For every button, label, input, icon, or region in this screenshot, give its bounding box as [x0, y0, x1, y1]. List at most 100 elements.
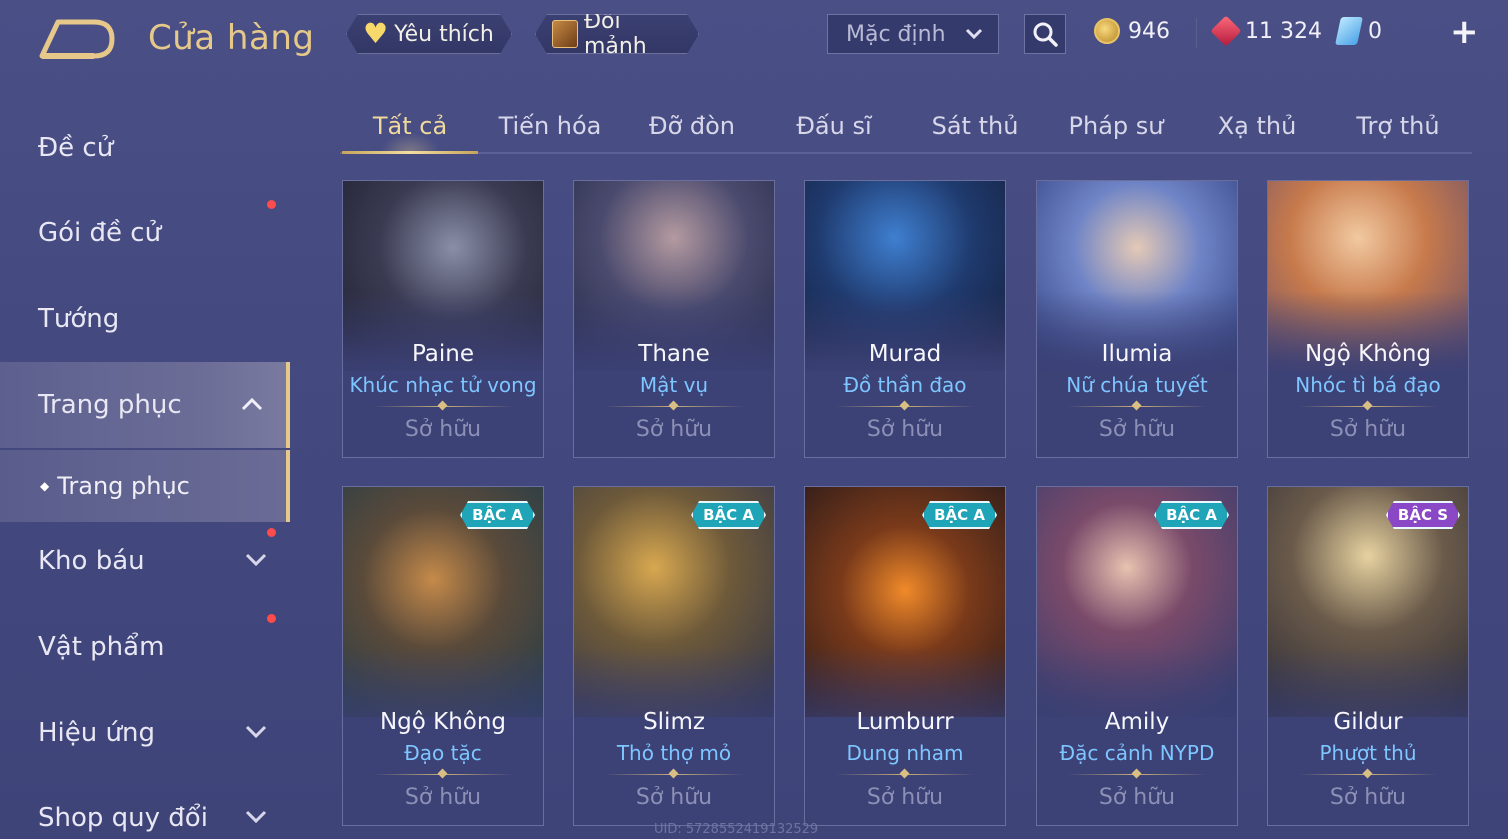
ownership-status: Sở hữu [635, 785, 713, 810]
skin-card[interactable]: Ilumia Nữ chúa tuyết Sở hữu [1036, 180, 1238, 458]
artwork-fade [805, 291, 1005, 381]
card-divider [373, 774, 513, 775]
tab-support[interactable]: Trợ thủ [1330, 100, 1466, 152]
hero-name: Paine [411, 341, 475, 367]
tab-label: Xạ thủ [1217, 112, 1297, 140]
rank-badge: BẬC A [922, 501, 997, 529]
skin-card[interactable]: Thane Mật vụ Sở hữu [573, 180, 775, 458]
favorites-label: Yêu thích [394, 21, 494, 47]
sidebar-item-effects[interactable]: Hiệu ứng [0, 690, 290, 776]
hero-name: Slimz [643, 709, 705, 735]
hero-name: Ngộ Không [379, 709, 507, 735]
skin-name: Phượt thủ [1319, 741, 1417, 765]
chevron-down-icon [244, 806, 268, 830]
skin-name: Nữ chúa tuyết [1066, 373, 1208, 397]
exchange-label: Đổi mảnh [583, 9, 647, 59]
card-divider [1298, 406, 1438, 407]
artwork-fade [574, 291, 774, 381]
tab-label: Trợ thủ [1356, 112, 1440, 140]
sidebar-subitem-skins[interactable]: ◆ Trang phục [0, 450, 290, 522]
artwork-fade [1268, 291, 1468, 381]
tab-label: Pháp sư [1068, 112, 1164, 140]
tab-tank[interactable]: Đỡ đòn [624, 100, 760, 152]
skin-card[interactable]: BẬC A Ngộ Không Đạo tặc Sở hữu [342, 486, 544, 826]
skin-name: Thỏ thợ mỏ [616, 741, 732, 765]
gold-amount: 946 [1128, 18, 1170, 44]
hero-name: Lumburr [856, 709, 954, 735]
rank-badge: BẬC A [1154, 501, 1229, 529]
category-tabs: Tất cả Tiến hóa Đỡ đòn Đấu sĩ Sát thủ Ph… [340, 100, 1472, 154]
sidebar-item-items[interactable]: Vật phẩm [0, 604, 290, 690]
sidebar-item-label: Hiệu ứng [38, 718, 155, 748]
currency-divider [1196, 18, 1197, 48]
notification-dot [267, 528, 276, 537]
card-divider [835, 406, 975, 407]
skin-name: Đạo tặc [404, 741, 482, 765]
search-button[interactable] [1024, 14, 1066, 54]
tab-fighter[interactable]: Đấu sĩ [766, 100, 902, 152]
card-divider [835, 774, 975, 775]
sort-dropdown[interactable]: Mặc định [827, 14, 999, 54]
tab-label: Đấu sĩ [796, 112, 872, 140]
skin-name: Mật vụ [639, 373, 709, 397]
artwork-fade [1037, 291, 1237, 381]
top-bar: Cửa hàng ♥ Yêu thích Đổi mảnh Mặc định 9… [0, 0, 1508, 80]
card-divider [1298, 774, 1438, 775]
sidebar: Đề cử Gói đề cử Tướng Trang phục ◆ Trang… [0, 100, 290, 839]
sort-selected-value: Mặc định [846, 21, 946, 47]
tab-marksman[interactable]: Xạ thủ [1189, 100, 1325, 152]
sidebar-item-exchange-shop[interactable]: Shop quy đổi [0, 775, 290, 839]
hero-name: Amily [1104, 709, 1170, 735]
sidebar-item-skins[interactable]: Trang phục [0, 362, 290, 448]
sidebar-item-label: Kho báu [38, 546, 145, 576]
voucher-icon [1335, 17, 1363, 45]
skin-name: Nhóc tì bá đạo [1295, 373, 1441, 397]
skin-card[interactable]: Paine Khúc nhạc tử vong Sở hữu [342, 180, 544, 458]
heart-icon: ♥ [363, 17, 389, 50]
back-arrow-icon[interactable] [38, 18, 116, 60]
user-id-watermark: UID: 5728552419132529 [654, 822, 819, 837]
ownership-status: Sở hữu [1329, 785, 1407, 810]
ownership-status: Sở hữu [866, 417, 944, 442]
favorites-button[interactable]: ♥ Yêu thích [346, 14, 512, 54]
ownership-status: Sở hữu [635, 417, 713, 442]
tab-mage[interactable]: Pháp sư [1048, 100, 1184, 152]
red-gem-icon [1210, 15, 1242, 47]
skin-name: Đồ thần đao [843, 373, 967, 397]
sidebar-item-label: Tướng [38, 304, 120, 334]
card-divider [604, 406, 744, 407]
sidebar-item-featured[interactable]: Đề cử [0, 105, 290, 191]
skin-card[interactable]: BẬC A Amily Đặc cảnh NYPD Sở hữu [1036, 486, 1238, 826]
rank-badge: BẬC A [460, 501, 535, 529]
rank-badge: BẬC S [1386, 501, 1460, 529]
hero-name: Murad [868, 341, 942, 367]
chevron-up-icon [240, 393, 264, 417]
sidebar-subitem-label: Trang phục [57, 472, 190, 500]
hero-name: Ilumia [1101, 341, 1173, 367]
tab-evolution[interactable]: Tiến hóa [482, 100, 618, 152]
voucher-balance: 0 [1335, 14, 1382, 48]
tab-assassin[interactable]: Sát thủ [907, 100, 1043, 152]
ownership-status: Sở hữu [404, 417, 482, 442]
skin-card[interactable]: BẬC A Slimz Thỏ thợ mỏ Sở hữu [573, 486, 775, 826]
ownership-status: Sở hữu [1098, 417, 1176, 442]
rank-badge: BẬC A [691, 501, 766, 529]
ownership-status: Sở hữu [1329, 417, 1407, 442]
tab-label: Đỡ đòn [648, 112, 736, 140]
chevron-down-icon [244, 721, 268, 745]
notification-dot [267, 200, 276, 209]
plus-icon[interactable]: + [1450, 12, 1479, 52]
skin-card[interactable]: BẬC A Lumburr Dung nham Sở hữu [804, 486, 1006, 826]
sidebar-item-treasure[interactable]: Kho báu [0, 518, 290, 604]
skin-card[interactable]: Ngộ Không Nhóc tì bá đạo Sở hữu [1267, 180, 1469, 458]
ownership-status: Sở hữu [404, 785, 482, 810]
tab-label: Tất cả [372, 112, 448, 140]
skin-card[interactable]: BẬC S Gildur Phượt thủ Sở hữu [1267, 486, 1469, 826]
skin-card[interactable]: Murad Đồ thần đao Sở hữu [804, 180, 1006, 458]
exchange-shards-button[interactable]: Đổi mảnh [535, 14, 699, 54]
sidebar-item-heroes[interactable]: Tướng [0, 276, 290, 362]
sidebar-item-featured-packs[interactable]: Gói đề cử [0, 190, 290, 276]
tab-all[interactable]: Tất cả [342, 100, 478, 154]
gem-balance: 11 324 [1210, 14, 1322, 48]
sidebar-item-label: Vật phẩm [38, 632, 165, 662]
